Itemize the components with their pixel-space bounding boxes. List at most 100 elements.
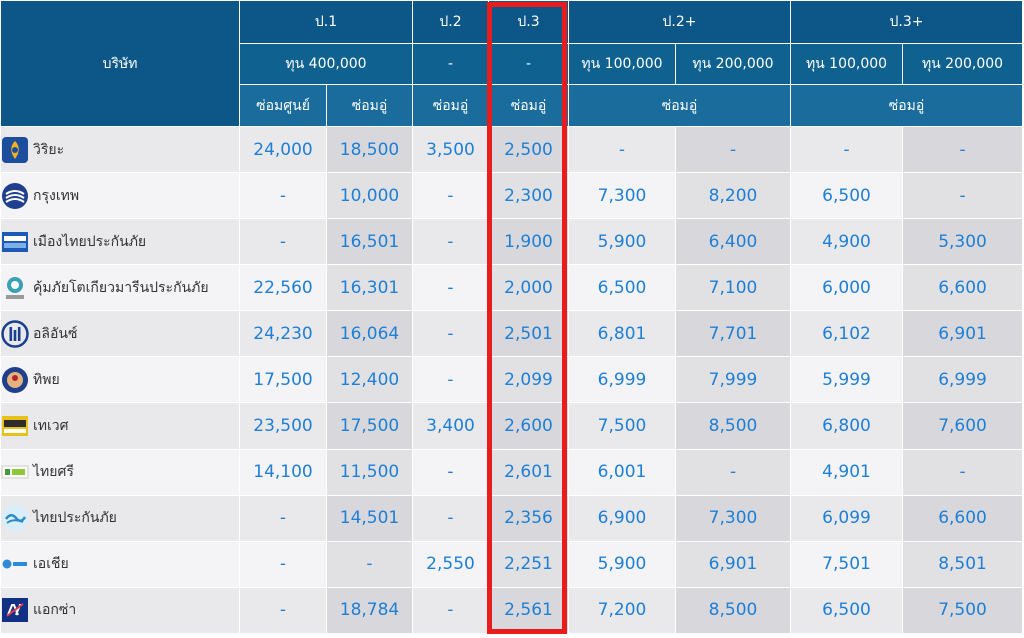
premium-value: - bbox=[790, 125, 904, 174]
premium-value: 7,701 bbox=[674, 310, 792, 358]
premium-value: 6,001 bbox=[568, 448, 676, 496]
premium-value: 6,099 bbox=[790, 494, 904, 542]
premium-value: 6,901 bbox=[902, 310, 1024, 358]
repair-type-header: ซ่อมอู่ bbox=[326, 84, 413, 127]
viriyah-logo bbox=[1, 136, 29, 164]
premium-value: 16,301 bbox=[326, 264, 413, 312]
premium-value: - bbox=[412, 310, 489, 358]
premium-value: 24,230 bbox=[239, 310, 327, 358]
company-name: คุ้มภัยโตเกียวมารีนประกันภัย bbox=[33, 279, 209, 296]
premium-value: - bbox=[902, 172, 1024, 220]
premium-value: 6,400 bbox=[674, 218, 792, 266]
premium-value: 5,900 bbox=[568, 218, 676, 266]
premium-value: 6,999 bbox=[568, 356, 676, 404]
table-row: เทเวศ 23,500 17,500 3,400 2,600 7,500 8,500 6,8… bbox=[0, 402, 1024, 450]
bangkok-insurance-logo bbox=[1, 182, 29, 210]
premium-value: 6,600 bbox=[902, 494, 1024, 542]
company-name: ทิพย bbox=[33, 371, 60, 388]
premium-value: 11,500 bbox=[326, 448, 413, 496]
company-cell: แอกซ่า bbox=[0, 586, 240, 635]
premium-value: 8,501 bbox=[902, 540, 1024, 588]
coverage-header: ทุน 200,000 bbox=[674, 43, 792, 85]
premium-value: - bbox=[412, 218, 489, 266]
company-name: วิริยะ bbox=[33, 141, 65, 158]
premium-value: 6,102 bbox=[790, 310, 904, 358]
table-row: เมืองไทยประกันภัย -16,501-1,900 5,900 6,400… bbox=[0, 218, 1024, 266]
table-row: กรุงเทพ -10,000-2,300 7,300 8,200 6,500- bbox=[0, 172, 1024, 220]
company-name: เอเชีย bbox=[33, 556, 69, 573]
premium-value: 6,801 bbox=[568, 310, 676, 358]
premium-value: 10,000 bbox=[326, 172, 413, 220]
dhipaya-logo bbox=[1, 366, 29, 394]
premium-value: 7,600 bbox=[902, 402, 1024, 450]
coverage-header: - bbox=[488, 43, 569, 85]
group-header-p2: ป.2 bbox=[412, 0, 489, 44]
company-name: เมืองไทยประกันภัย bbox=[33, 233, 147, 250]
premium-value: 4,900 bbox=[790, 218, 904, 266]
company-name: เทเวศ bbox=[33, 418, 69, 434]
premium-value: 2,251 bbox=[488, 540, 569, 588]
group-header-p1: ป.1 bbox=[239, 0, 413, 44]
premium-value: 8,500 bbox=[674, 402, 792, 450]
table-body: วิริยะ 24,000 18,500 3,500 2,500- - - - กรุงเทพ -… bbox=[0, 125, 1024, 635]
company-name: ไทยศรี bbox=[33, 464, 74, 481]
premium-value: 2,550 bbox=[412, 540, 489, 588]
premium-value: 6,000 bbox=[790, 264, 904, 312]
premium-value: 3,400 bbox=[412, 402, 489, 450]
premium-value: - bbox=[412, 494, 489, 542]
asia-insurance-logo bbox=[1, 550, 29, 578]
table-row: ไทยศรี 14,100 11,500-2,601 6,001-4,901- bbox=[0, 448, 1024, 496]
premium-value: - bbox=[412, 586, 489, 635]
premium-value: 5,999 bbox=[790, 356, 904, 404]
premium-value: - bbox=[412, 356, 489, 404]
table-header: บริษัท ป.1 ป.2 ป.3 ป.2+ ป.3+ ทุน 400,000… bbox=[0, 0, 1024, 127]
premium-value: 6,600 bbox=[902, 264, 1024, 312]
premium-value: 2,561 bbox=[488, 586, 569, 635]
premium-value: 22,560 bbox=[239, 264, 327, 312]
premium-value: 2,000 bbox=[488, 264, 569, 312]
company-column-header: บริษัท bbox=[0, 0, 240, 127]
premium-value: 5,300 bbox=[902, 218, 1024, 266]
company-cell: คุ้มภัยโตเกียวมารีนประกันภัย bbox=[0, 264, 240, 312]
premium-value: 2,500 bbox=[488, 125, 569, 174]
table-row: เอเชีย - -2,550 2,251 5,900 6,901 7,501 8,501 bbox=[0, 540, 1024, 588]
premium-value: 6,900 bbox=[568, 494, 676, 542]
premium-value: 7,500 bbox=[568, 402, 676, 450]
premium-value: 14,100 bbox=[239, 448, 327, 496]
premium-table: บริษัท ป.1 ป.2 ป.3 ป.2+ ป.3+ ทุน 400,000… bbox=[0, 0, 1024, 635]
premium-value: - bbox=[412, 172, 489, 220]
repair-type-header: ซ่อมศูนย์ bbox=[239, 84, 327, 127]
repair-type-header: ซ่อมอู่ bbox=[567, 84, 792, 127]
premium-value: 7,501 bbox=[790, 540, 904, 588]
premium-value: 5,900 bbox=[568, 540, 676, 588]
allianz-logo bbox=[1, 320, 29, 348]
premium-value: 17,500 bbox=[326, 402, 413, 450]
premium-value: 6,500 bbox=[790, 586, 904, 635]
premium-value: - bbox=[902, 448, 1024, 496]
premium-value: - bbox=[902, 125, 1024, 174]
premium-value: 12,400 bbox=[326, 356, 413, 404]
coverage-header: ทุน 100,000 bbox=[790, 43, 904, 85]
premium-value: 23,500 bbox=[239, 402, 327, 450]
premium-value: 18,784 bbox=[326, 586, 413, 635]
premium-value: 24,000 bbox=[239, 125, 327, 174]
premium-value: - bbox=[568, 125, 676, 174]
table-row: ไทยประกันภัย -14,501-2,356 6,900 7,300 6,099… bbox=[0, 494, 1024, 542]
table-row: อลิอันซ์ 24,230 16,064-2,501 6,801 7,701 6,10… bbox=[0, 310, 1024, 358]
premium-value: 16,064 bbox=[326, 310, 413, 358]
table-row: วิริยะ 24,000 18,500 3,500 2,500- - - - bbox=[0, 125, 1024, 174]
coverage-header: - bbox=[412, 43, 489, 85]
premium-value: 2,300 bbox=[488, 172, 569, 220]
company-cell: อลิอันซ์ bbox=[0, 310, 240, 358]
company-name: กรุงเทพ bbox=[33, 187, 80, 204]
premium-value: 2,099 bbox=[488, 356, 569, 404]
axa-logo bbox=[1, 596, 29, 624]
tokio-marine-logo bbox=[1, 274, 29, 302]
premium-value: 2,600 bbox=[488, 402, 569, 450]
premium-value: - bbox=[239, 540, 327, 588]
premium-value: - bbox=[674, 125, 792, 174]
coverage-header: ทุน 200,000 bbox=[902, 43, 1024, 85]
company-cell: เทเวศ bbox=[0, 402, 240, 450]
company-name: ไทยประกันภัย bbox=[33, 510, 117, 527]
premium-value: 6,800 bbox=[790, 402, 904, 450]
